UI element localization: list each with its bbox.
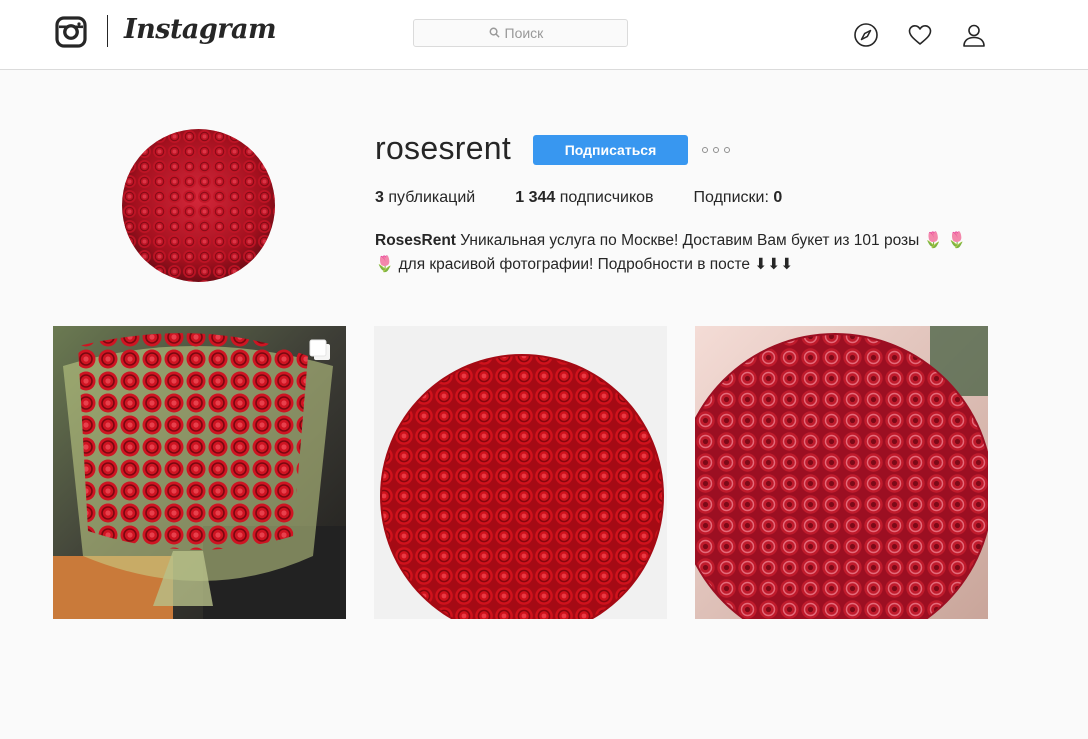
post-tile-1[interactable] [53, 326, 346, 619]
multiple-photos-icon [308, 338, 332, 362]
profile-stats: 3 публикаций 1 344 подписчиков Подписки:… [375, 189, 782, 207]
bio-text: Уникальная услуга по Москве! Доставим Ва… [375, 232, 967, 273]
avatar-roses-image [122, 129, 275, 282]
activity-heart-icon[interactable] [907, 22, 933, 48]
instagram-wordmark[interactable]: Instagram [124, 14, 277, 45]
posts-count: 3 [375, 189, 384, 206]
search-input[interactable] [504, 25, 553, 41]
profile-avatar[interactable] [122, 129, 275, 282]
posts-label: публикаций [388, 189, 476, 206]
bio-full-name: RosesRent [375, 232, 456, 249]
instagram-logo-icon[interactable] [55, 16, 87, 48]
explore-compass-icon[interactable] [853, 22, 879, 48]
top-navigation-bar: Instagram [0, 0, 1088, 70]
post-tile-2[interactable] [374, 326, 667, 619]
followers-stat[interactable]: 1 344 подписчиков [515, 189, 653, 207]
post-image-rose-sphere-tinted [695, 326, 988, 619]
following-stat[interactable]: Подписки: 0 [694, 189, 783, 207]
followers-count: 1 344 [515, 189, 556, 206]
profile-bio: RosesRent Уникальная услуга по Москве! Д… [375, 229, 985, 277]
search-icon [489, 25, 500, 41]
followers-label: подписчиков [559, 189, 654, 206]
post-image-bouquet-wrapped [53, 326, 346, 619]
search-box[interactable] [413, 19, 628, 47]
post-image-rose-sphere [374, 326, 667, 619]
more-options-icon[interactable] [702, 140, 730, 160]
following-count: 0 [773, 189, 783, 206]
profile-username: rosesrent [375, 130, 512, 166]
logo-divider [107, 15, 108, 47]
post-tile-3[interactable] [695, 326, 988, 619]
follow-button[interactable]: Подписаться [533, 135, 688, 165]
profile-person-icon[interactable] [961, 22, 987, 48]
following-label: Подписки: [693, 189, 769, 206]
posts-stat: 3 публикаций [375, 189, 475, 207]
